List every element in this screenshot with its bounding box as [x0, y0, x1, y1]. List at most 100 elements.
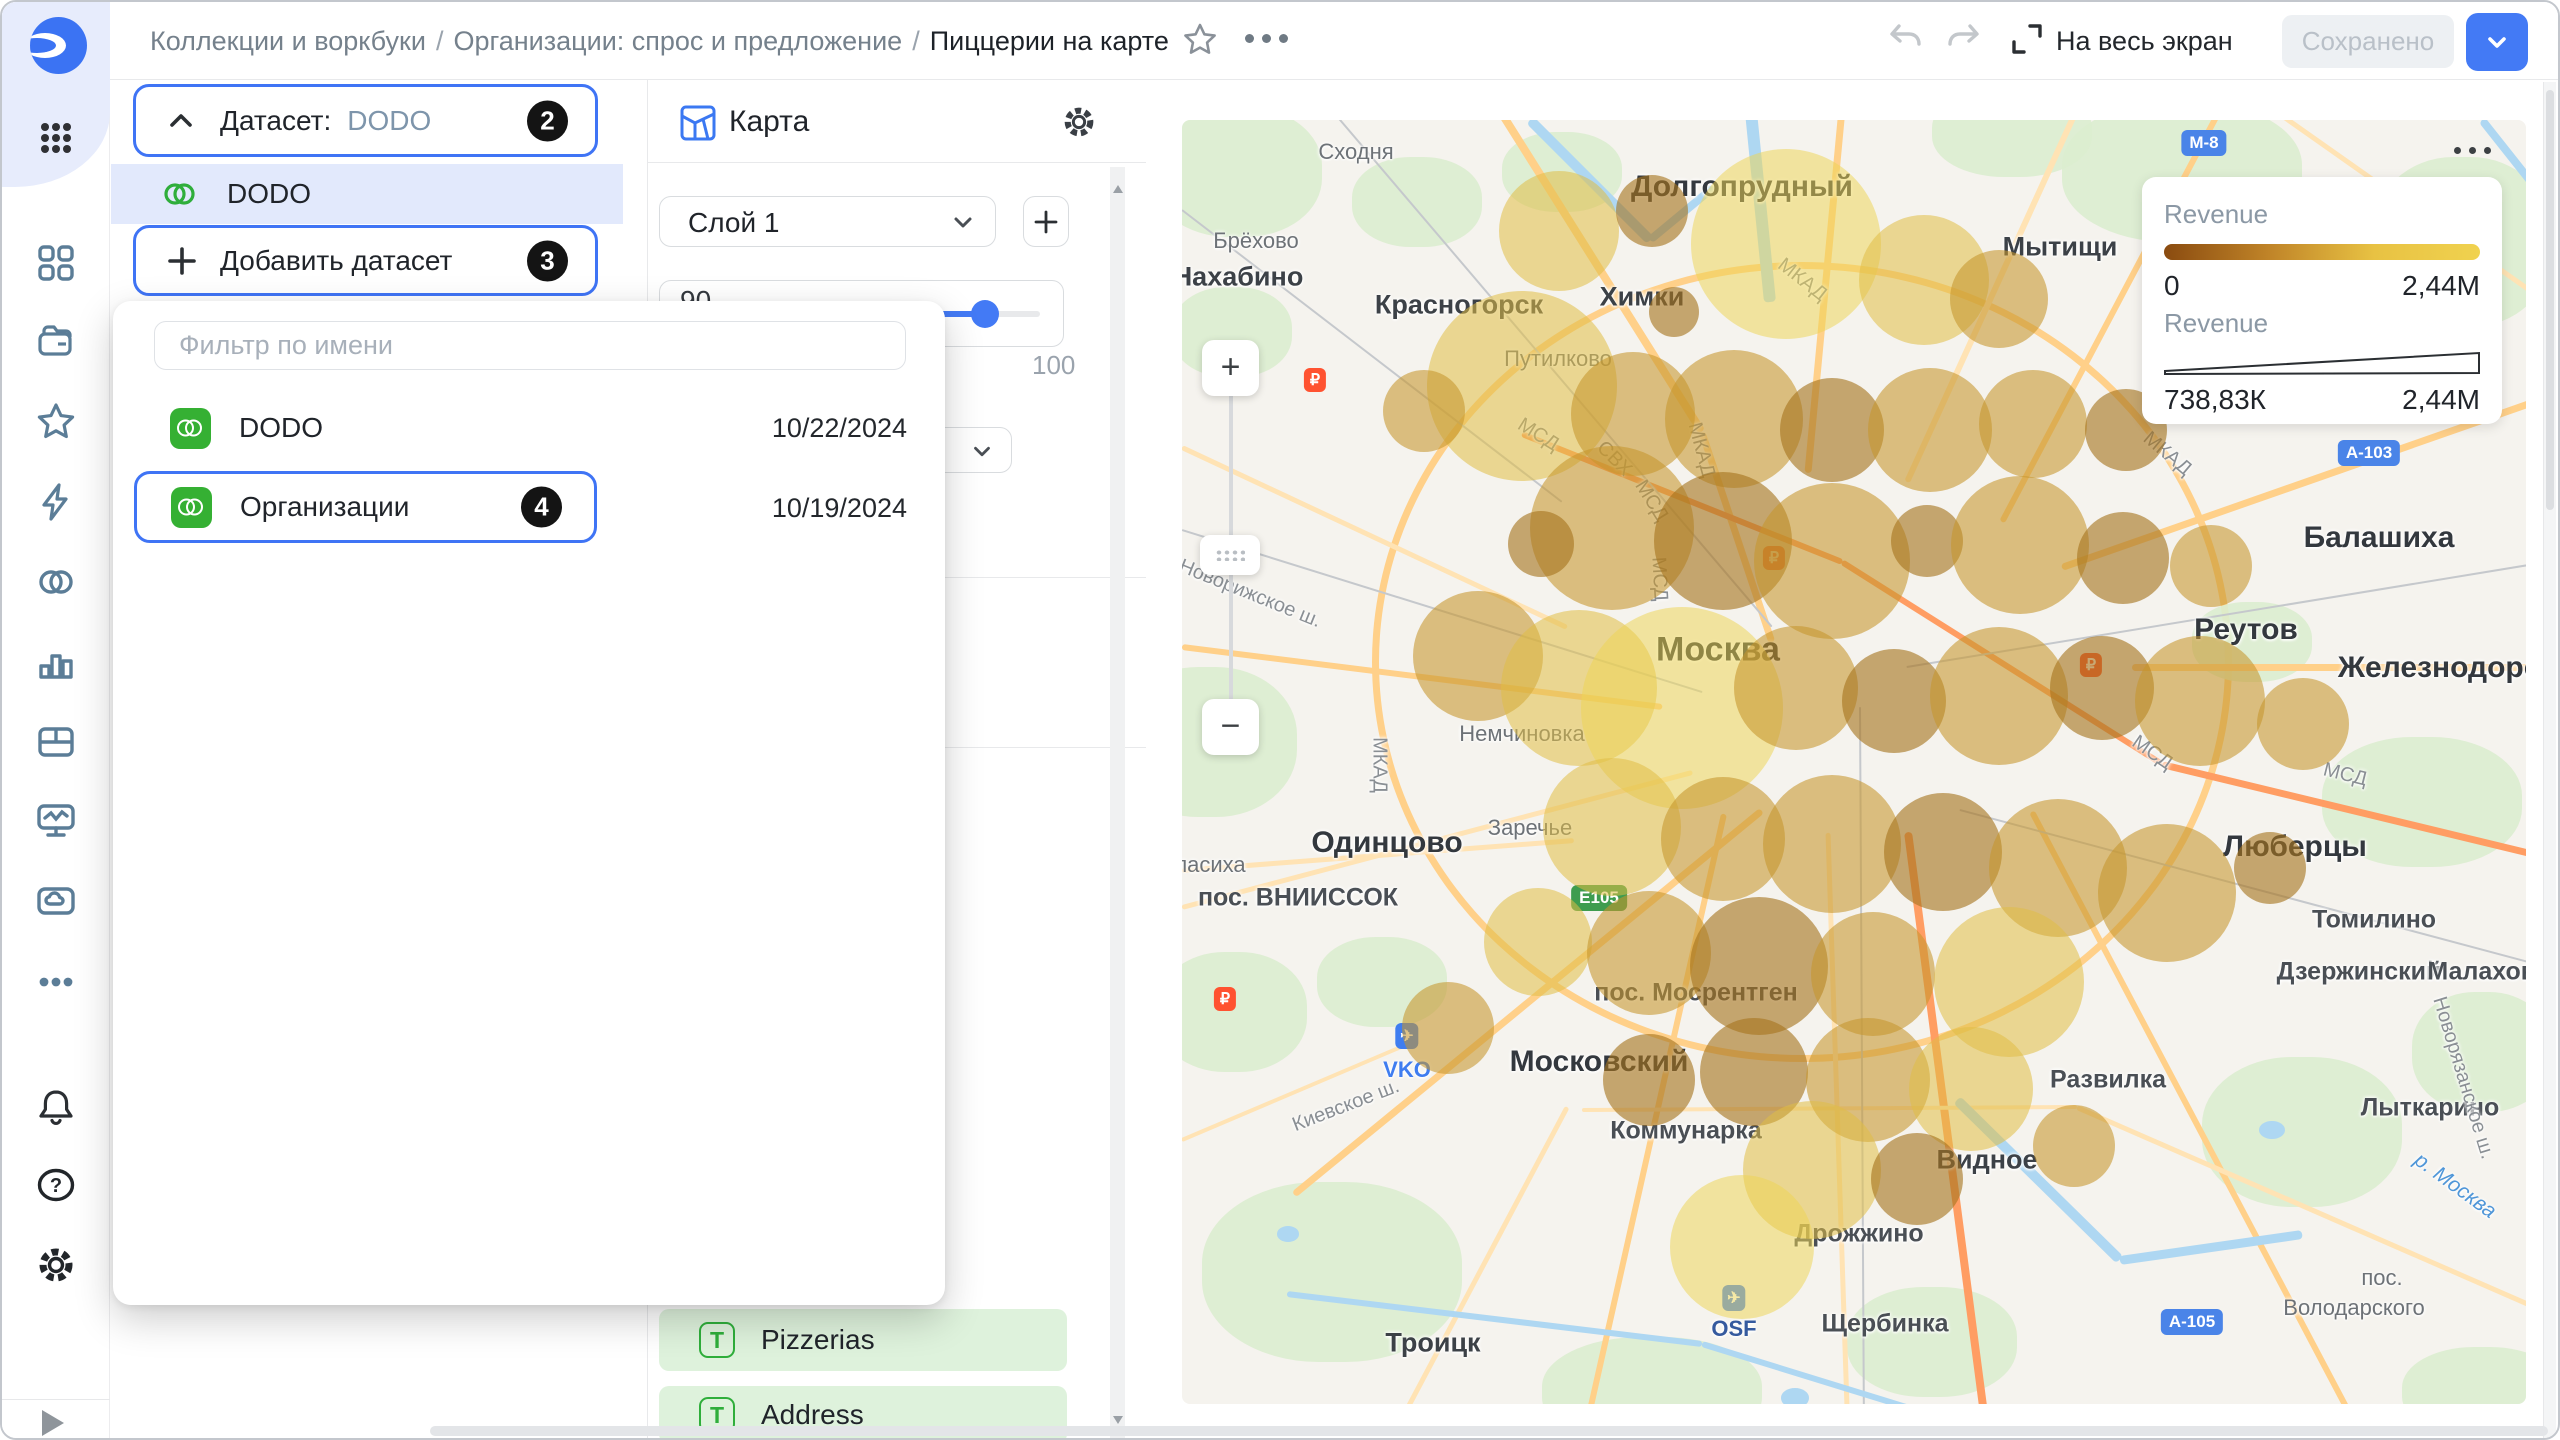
dropdown-item-name: Организации	[240, 491, 409, 523]
map-zoom-slider-handle[interactable]	[1200, 535, 1260, 575]
dataset-list-item-dodo[interactable]: DODO	[111, 164, 623, 224]
scroll-up-icon	[1113, 185, 1123, 193]
add-layer-button[interactable]	[1023, 196, 1069, 247]
legend-min: 0	[2164, 270, 2180, 302]
sidebar-datasets-icon[interactable]	[32, 558, 80, 606]
map-bubble	[2257, 678, 2349, 770]
page-horizontal-scrollbar[interactable]	[430, 1426, 2548, 1436]
top-header: Коллекции и воркбуки /Организации: спрос …	[110, 2, 2560, 80]
sidebar-charts-icon[interactable]	[33, 639, 79, 685]
map-green-area	[1847, 1287, 2017, 1397]
map-bubble	[1649, 287, 1699, 337]
map-bubble	[2098, 824, 2236, 962]
map-label: Одинцово	[1311, 826, 1462, 860]
dataset-filter-input[interactable]	[154, 321, 906, 370]
map-bubble	[1616, 175, 1688, 247]
apps-grid-icon[interactable]	[34, 116, 78, 160]
redo-icon[interactable]	[1942, 16, 1984, 63]
map-chart-type-icon[interactable]	[677, 102, 719, 149]
dataset-icon	[170, 408, 211, 449]
sidebar-tables-icon[interactable]	[33, 719, 79, 765]
step-badge: 4	[521, 487, 562, 528]
dropdown-item-dodo[interactable]: DODO 10/22/2024	[113, 397, 945, 459]
page-menu-icon[interactable]	[1245, 34, 1305, 43]
map-label: пос. ВНИИССОК	[1198, 884, 1398, 913]
step-badge: 2	[527, 100, 568, 141]
sidebar-collections-icon[interactable]	[33, 240, 79, 286]
help-icon[interactable]: ?	[33, 1162, 79, 1208]
sidebar-collapse-icon[interactable]	[42, 1410, 64, 1436]
map-bubble	[1951, 476, 2089, 614]
field-pizzerias[interactable]: T Pizzerias	[659, 1309, 1067, 1371]
svg-text:?: ?	[50, 1175, 62, 1197]
fullscreen-icon[interactable]	[2008, 20, 2046, 63]
page-title: Пиццерии на карте	[930, 26, 1169, 56]
datalens-logo-icon[interactable]	[30, 17, 87, 74]
notifications-bell-icon[interactable]	[33, 1084, 79, 1130]
fullscreen-label[interactable]: На весь экран	[2056, 26, 2233, 57]
legend-title: Revenue	[2164, 308, 2480, 339]
chart-settings-gear-icon[interactable]	[1059, 102, 1099, 147]
add-dataset-button[interactable]: Добавить датасет 3	[133, 225, 598, 296]
map-bubble	[1909, 1027, 2033, 1151]
breadcrumb-separator: /	[902, 26, 930, 56]
add-dataset-label: Добавить датасет	[220, 245, 452, 277]
breadcrumb-collections[interactable]: Коллекции и воркбуки	[150, 26, 426, 56]
legend-size-triangle	[2164, 351, 2480, 375]
map-bubble	[2135, 636, 2265, 766]
save-dropdown-button[interactable]	[2466, 13, 2528, 71]
layer-select[interactable]: Слой 1	[659, 196, 996, 247]
legend-max: 2,44M	[2402, 270, 2480, 302]
left-sidebar: ?	[2, 2, 110, 1440]
map-canvas[interactable]: БрёховоСходняДолгопрудныйМытищиХимкиПути…	[1182, 120, 2526, 1404]
map-bubble	[1763, 775, 1901, 913]
map-legend: Revenue 0 2,44M Revenue 738,83К 2,44М	[2142, 177, 2502, 424]
app-window: Коллекции и воркбуки /Организации: спрос …	[0, 0, 2560, 1440]
map-label: Сходня	[1318, 139, 1393, 165]
sidebar-storage-icon[interactable]	[32, 877, 80, 925]
slider-thumb[interactable]	[971, 300, 999, 328]
favorite-star-icon[interactable]	[1180, 20, 1220, 65]
map-road-badge: ₽	[1214, 987, 1236, 1011]
map-bubble	[1499, 171, 1619, 291]
map-label: Брёхово	[1213, 228, 1299, 254]
breadcrumb: Коллекции и воркбуки /Организации: спрос …	[150, 26, 1169, 57]
map-bubble	[1930, 627, 2068, 765]
settings-gear-icon[interactable]	[33, 1242, 79, 1288]
sidebar-favorites-icon[interactable]	[33, 399, 79, 445]
map-green-area	[1182, 120, 1322, 237]
undo-icon[interactable]	[1885, 16, 1927, 63]
string-type-icon: T	[699, 1322, 735, 1358]
map-bubble	[1484, 888, 1592, 996]
sidebar-dashboards-icon[interactable]	[32, 797, 80, 845]
panel-scrollbar[interactable]	[1110, 167, 1125, 1440]
map-lake	[1781, 1388, 1809, 1404]
map-label: р. Москва	[2409, 1148, 2500, 1223]
dropdown-item-date: 10/22/2024	[772, 413, 907, 444]
scroll-down-icon	[1113, 1416, 1123, 1424]
page-vertical-scrollbar[interactable]	[2543, 82, 2556, 1438]
breadcrumb-workbook[interactable]: Организации: спрос и предложение	[453, 26, 902, 56]
sidebar-workbooks-icon[interactable]	[32, 318, 80, 366]
map-zoom-out-button[interactable]: −	[1202, 699, 1259, 755]
map-green-area	[1542, 1337, 1762, 1404]
map-label: Нахабино	[1182, 262, 1303, 293]
map-bubble	[1690, 897, 1828, 1035]
sidebar-quick-actions-icon[interactable]	[34, 480, 78, 524]
chevron-up-icon	[164, 104, 198, 138]
dataset-selector[interactable]: Датасет: DODO 2	[133, 84, 598, 157]
map-bubble	[2170, 525, 2252, 607]
map-options-icon[interactable]	[2454, 147, 2491, 154]
sidebar-more-icon[interactable]	[34, 960, 78, 1004]
map-bubble	[1383, 370, 1465, 452]
map-bubble	[1508, 511, 1574, 577]
map-river	[2119, 1230, 2302, 1265]
dropdown-item-organizations[interactable]: Организации 4	[134, 471, 597, 543]
dropdown-item-name: DODO	[239, 412, 323, 444]
map-zoom-in-button[interactable]: +	[1202, 340, 1259, 396]
saved-button[interactable]: Сохранено	[2282, 15, 2454, 68]
legend-title: Revenue	[2164, 199, 2480, 230]
map-bubble	[1734, 626, 1858, 750]
dataset-icon	[158, 172, 202, 216]
map-label: Балашиха	[2304, 521, 2455, 555]
